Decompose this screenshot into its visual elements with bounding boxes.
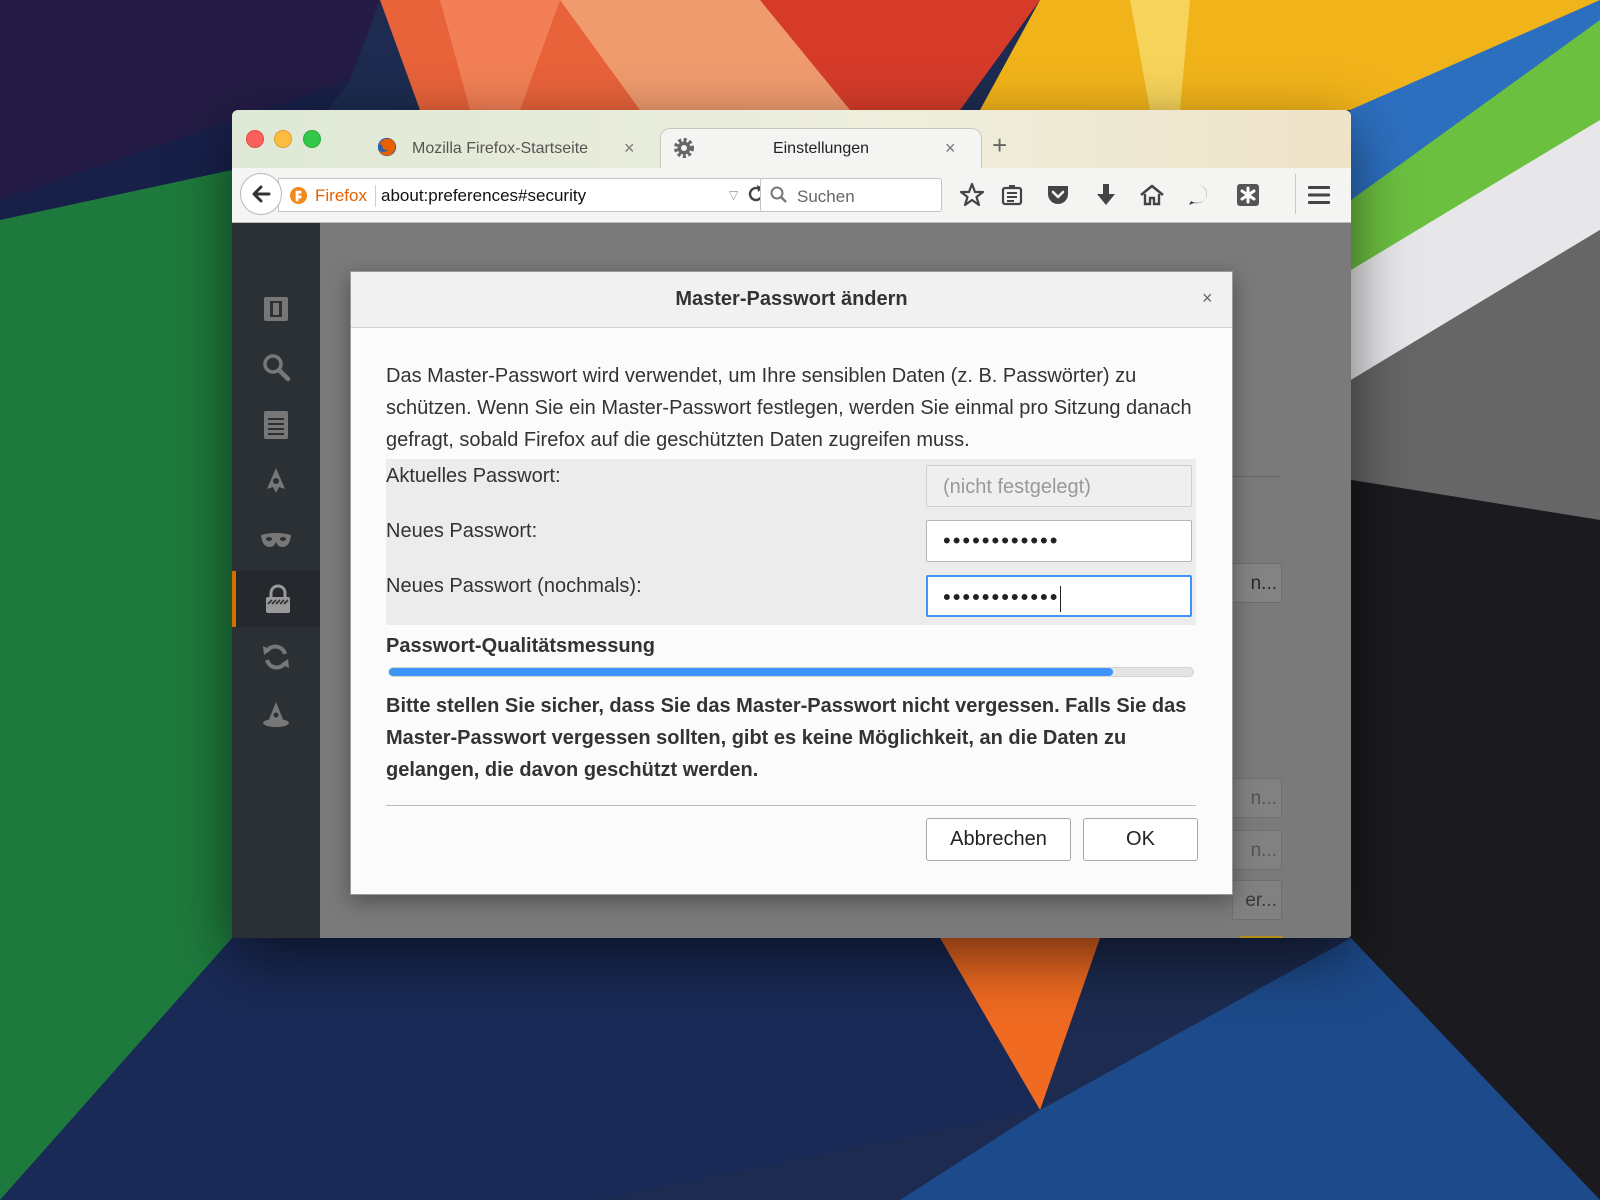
privacy-icon bbox=[261, 533, 291, 547]
tab-settings[interactable]: Einstellungen × bbox=[660, 128, 982, 169]
new-tab-button[interactable]: + bbox=[992, 132, 1007, 158]
preferences-sidebar bbox=[232, 223, 320, 938]
help-button: ? bbox=[1239, 936, 1283, 938]
general-icon bbox=[264, 297, 288, 321]
background-button: n... bbox=[1232, 778, 1282, 818]
background-button: n... bbox=[1232, 830, 1282, 870]
url-dropdown-icon[interactable]: ▽ bbox=[729, 188, 738, 202]
content-icon bbox=[264, 411, 288, 439]
firefox-identity-icon bbox=[289, 186, 308, 205]
back-arrow-icon bbox=[252, 185, 271, 203]
advanced-icon bbox=[263, 702, 289, 727]
tab-bar: Mozilla Firefox-Startseite × Einstellung… bbox=[232, 110, 1351, 169]
current-password-label: Aktuelles Passwort: bbox=[386, 465, 561, 487]
tab-label: Einstellungen bbox=[772, 140, 870, 157]
sidebar-item-security[interactable] bbox=[232, 571, 320, 627]
tab-close-icon[interactable]: × bbox=[945, 138, 956, 159]
applications-icon bbox=[267, 468, 285, 493]
background-button: n... bbox=[1232, 563, 1282, 603]
close-icon[interactable]: × bbox=[1202, 288, 1213, 309]
firefox-logo-icon bbox=[377, 137, 397, 157]
sidebar-item-sync[interactable] bbox=[232, 629, 320, 685]
tab-close-icon[interactable]: × bbox=[624, 138, 635, 159]
new-password-label: Neues Passwort: bbox=[386, 520, 538, 542]
background-button: er... bbox=[1232, 880, 1282, 920]
dialog-header: Master-Passwort ändern × bbox=[351, 272, 1232, 328]
home-icon[interactable] bbox=[1138, 181, 1166, 209]
current-password-field: (nicht festgelegt) bbox=[926, 465, 1192, 507]
divider bbox=[386, 805, 1196, 806]
password-quality-label: Passwort-Qualitätsmessung bbox=[386, 635, 655, 657]
password-quality-meter bbox=[388, 667, 1194, 677]
confirm-password-label: Neues Passwort (nochmals): bbox=[386, 575, 642, 597]
cancel-button[interactable]: Abbrechen bbox=[926, 818, 1071, 861]
window-close-button[interactable] bbox=[246, 130, 264, 148]
download-icon[interactable] bbox=[1092, 181, 1120, 209]
tab-label: Mozilla Firefox-Startseite bbox=[412, 140, 589, 157]
password-mask: •••••••••••• bbox=[943, 528, 1060, 553]
bookmark-star-icon[interactable] bbox=[958, 181, 986, 209]
password-form: Aktuelles Passwort: (nicht festgelegt) N… bbox=[386, 459, 1196, 625]
search-placeholder: Suchen bbox=[797, 187, 855, 206]
tab-firefox-start[interactable]: Mozilla Firefox-Startseite × bbox=[362, 128, 652, 168]
identity-label: Firefox bbox=[315, 186, 367, 205]
window-minimize-button[interactable] bbox=[274, 130, 292, 148]
url-text[interactable]: about:preferences#security bbox=[381, 186, 586, 206]
security-icon bbox=[266, 584, 290, 613]
dialog-title: Master-Passwort ändern bbox=[675, 288, 908, 310]
button-label: er... bbox=[1245, 890, 1277, 911]
search-icon bbox=[263, 354, 291, 382]
sidebar-item-advanced[interactable] bbox=[232, 687, 320, 743]
sidebar-item-general[interactable] bbox=[232, 281, 320, 337]
reading-list-icon[interactable] bbox=[998, 181, 1026, 209]
change-master-password-dialog: Master-Passwort ändern × Das Master-Pass… bbox=[350, 271, 1233, 895]
warning-text: Bitte stellen Sie sicher, dass Sie das M… bbox=[386, 695, 1187, 781]
new-password-field[interactable]: •••••••••••• bbox=[926, 520, 1192, 562]
hello-icon[interactable] bbox=[1185, 181, 1213, 209]
sync-icon bbox=[263, 644, 289, 670]
sidebar-item-search[interactable] bbox=[232, 339, 320, 395]
dialog-description: Das Master-Passwort wird verwendet, um I… bbox=[386, 365, 1192, 451]
hamburger-menu-icon[interactable] bbox=[1305, 181, 1333, 209]
url-bar[interactable]: Firefox about:preferences#security ▽ bbox=[278, 178, 768, 212]
sidebar-item-content[interactable] bbox=[232, 397, 320, 453]
toolbar-divider bbox=[1295, 174, 1296, 214]
extension-icon[interactable] bbox=[1234, 181, 1262, 209]
sidebar-item-privacy[interactable] bbox=[232, 513, 320, 569]
divider bbox=[1231, 476, 1281, 477]
password-mask: •••••••••••• bbox=[943, 584, 1060, 610]
back-button[interactable] bbox=[240, 173, 282, 215]
navigation-toolbar: Firefox about:preferences#security ▽ Suc… bbox=[232, 168, 1351, 223]
button-label: n... bbox=[1250, 573, 1277, 594]
search-bar[interactable]: Suchen bbox=[760, 178, 942, 212]
button-label: n... bbox=[1250, 788, 1277, 809]
search-icon bbox=[770, 186, 787, 203]
sidebar-item-applications[interactable] bbox=[232, 455, 320, 511]
divider bbox=[375, 185, 376, 207]
button-label: n... bbox=[1250, 840, 1277, 861]
window-zoom-button[interactable] bbox=[303, 130, 321, 148]
pocket-icon[interactable] bbox=[1044, 181, 1072, 209]
ok-button[interactable]: OK bbox=[1083, 818, 1198, 861]
text-caret bbox=[1060, 586, 1062, 612]
password-quality-fill bbox=[389, 668, 1113, 676]
confirm-password-field[interactable]: •••••••••••• bbox=[926, 575, 1192, 617]
